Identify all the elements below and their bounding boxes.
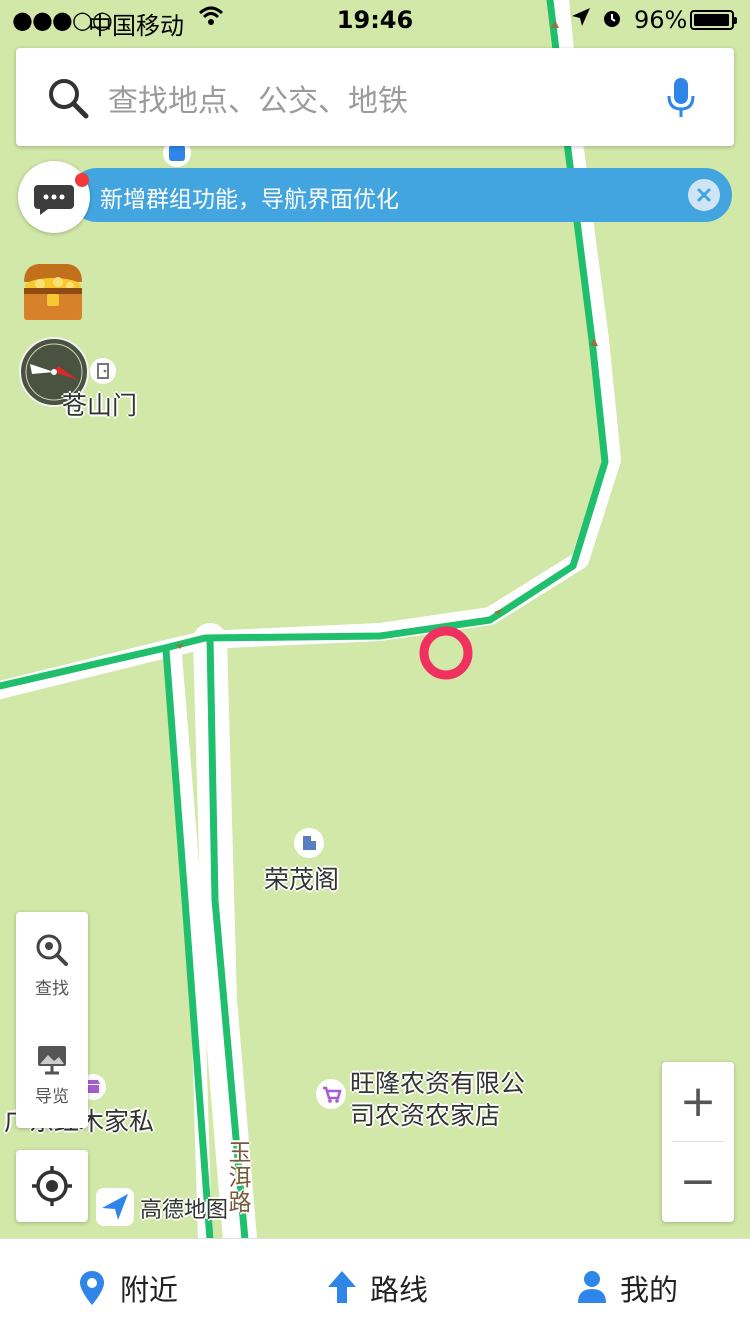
search-icon (49, 79, 89, 119)
alarm-icon (600, 6, 624, 36)
amap-logo-text: 高德地图 (140, 1198, 229, 1223)
tab-mine-label: 我的 (620, 1273, 679, 1307)
battery-icon (690, 10, 737, 30)
mic-icon[interactable] (664, 76, 698, 120)
tab-route[interactable]: 路线 (250, 1239, 500, 1335)
find-nearby-button[interactable]: 查找 (16, 932, 88, 999)
search-placeholder[interactable]: 查找地点、公交、地铁 (108, 76, 408, 120)
location-services-icon (570, 6, 592, 34)
overview-button[interactable]: 导览 (16, 1040, 88, 1107)
tab-nearby-label: 附近 (120, 1273, 179, 1307)
locate-icon (32, 1166, 72, 1206)
battery-percent: 96% (634, 6, 688, 34)
tab-route-label: 路线 (370, 1273, 429, 1307)
overview-label: 导览 (35, 1087, 69, 1107)
locate-button[interactable] (16, 1150, 88, 1222)
message-button[interactable] (18, 161, 90, 233)
exit-door-icon (90, 358, 116, 384)
close-icon[interactable] (688, 179, 720, 211)
building-icon (294, 828, 324, 858)
bottom-tab-bar: 附近 路线 我的 (0, 1238, 750, 1335)
zoom-controls: + − (662, 1062, 734, 1222)
search-bar[interactable]: 查找地点、公交、地铁 (16, 48, 734, 146)
poi-label-wanglong-1[interactable]: 旺隆农资有限公 (350, 1064, 525, 1100)
overview-icon (38, 1046, 66, 1075)
amap-logo: 高德地图 (96, 1188, 228, 1230)
tab-nearby[interactable]: 附近 (0, 1239, 250, 1335)
notice-banner[interactable]: 新增群组功能，导航界面优化 (70, 168, 732, 222)
zoom-out-button[interactable]: − (662, 1142, 734, 1222)
message-icon (34, 185, 74, 215)
find-label: 查找 (35, 979, 69, 999)
shopping-cart-icon (316, 1079, 346, 1109)
location-pin-icon (80, 1271, 104, 1305)
user-icon (578, 1271, 606, 1303)
find-nearby-icon (36, 934, 68, 966)
zoom-in-button[interactable]: + (662, 1062, 734, 1142)
status-bar: ●●●○○ 中国移动 19:46 96% (0, 0, 750, 40)
amap-logo-icon (96, 1188, 134, 1226)
route-arrow-icon (328, 1271, 356, 1303)
treasure-chest-icon[interactable] (18, 260, 88, 324)
poi-label-wanglong-2[interactable]: 司农资农家店 (350, 1096, 500, 1132)
poi-label-rongmaoge[interactable]: 荣茂阁 (264, 860, 339, 896)
notice-text: 新增群组功能，导航界面优化 (100, 187, 399, 213)
poi-label-cangshanmen[interactable]: 苍山门 (62, 386, 137, 422)
tool-panel: 查找 导览 (16, 912, 88, 1128)
tab-mine[interactable]: 我的 (500, 1239, 750, 1335)
unread-badge (75, 173, 89, 187)
